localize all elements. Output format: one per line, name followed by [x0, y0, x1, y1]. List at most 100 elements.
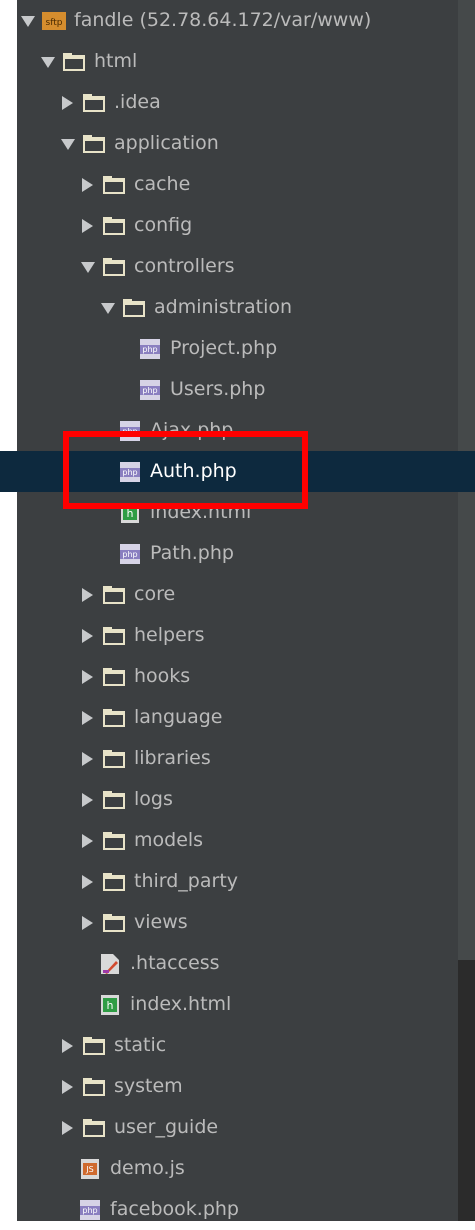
tree-item-label: Auth.php	[150, 460, 237, 482]
folder-icon	[102, 871, 126, 893]
tree-row-folder-idea[interactable]: .idea	[0, 82, 475, 123]
tree-item-label: application	[114, 132, 219, 154]
tree-item-label: .htaccess	[130, 952, 220, 974]
tree-row-folder-application[interactable]: application	[0, 123, 475, 164]
tree-row-file-demo-js[interactable]: JS demo.js	[0, 1148, 475, 1189]
tree-row-folder-logs[interactable]: logs	[0, 779, 475, 820]
svg-text:php: php	[142, 345, 157, 354]
collapse-arrow-icon[interactable]	[81, 915, 95, 931]
html-file-icon: h	[118, 502, 142, 524]
tree-row-file-ajax-php[interactable]: php Ajax.php	[0, 410, 475, 451]
php-file-icon: php	[118, 461, 142, 483]
folder-icon	[82, 1117, 106, 1139]
tree-row-file-index-html[interactable]: h index.html	[0, 492, 475, 533]
tree-item-label: user_guide	[114, 1116, 219, 1138]
collapse-arrow-icon[interactable]	[81, 669, 95, 685]
js-file-icon: JS	[78, 1158, 102, 1180]
collapse-arrow-icon[interactable]	[81, 587, 95, 603]
svg-text:JS: JS	[85, 1165, 93, 1174]
tree-item-label: administration	[154, 296, 293, 318]
svg-text:php: php	[142, 386, 157, 395]
collapse-arrow-icon[interactable]	[61, 1079, 75, 1095]
collapse-arrow-icon[interactable]	[81, 751, 95, 767]
tree-row-folder-libraries[interactable]: libraries	[0, 738, 475, 779]
collapse-arrow-icon[interactable]	[61, 95, 75, 111]
tree-item-label: fandle (52.78.64.172/var/www)	[74, 9, 372, 31]
tree-item-label: html	[94, 50, 138, 72]
folder-icon	[82, 133, 106, 155]
tree-row-folder-views[interactable]: views	[0, 902, 475, 943]
collapse-arrow-icon[interactable]	[81, 710, 95, 726]
svg-text:sftp: sftp	[46, 18, 63, 28]
tree-item-label: Users.php	[170, 378, 266, 400]
tree-item-label: core	[134, 583, 176, 605]
tree-item-label: demo.js	[110, 1157, 185, 1179]
folder-icon	[102, 215, 126, 237]
svg-text:h: h	[127, 507, 134, 520]
tree-row-folder-static[interactable]: static	[0, 1025, 475, 1066]
tree-row-folder-language[interactable]: language	[0, 697, 475, 738]
collapse-arrow-icon[interactable]	[81, 177, 95, 193]
tree-row-folder-cache[interactable]: cache	[0, 164, 475, 205]
expand-arrow-icon[interactable]	[41, 54, 55, 70]
php-file-icon: php	[118, 420, 142, 442]
collapse-arrow-icon[interactable]	[81, 792, 95, 808]
collapse-arrow-icon[interactable]	[61, 1120, 75, 1136]
tree-row-folder-helpers[interactable]: helpers	[0, 615, 475, 656]
expand-arrow-icon[interactable]	[61, 136, 75, 152]
sftp-icon: sftp	[42, 10, 66, 32]
tree-row-file-facebook-php[interactable]: php facebook.php	[0, 1189, 475, 1230]
folder-icon	[102, 707, 126, 729]
tree-row-folder-models[interactable]: models	[0, 820, 475, 861]
collapse-arrow-icon[interactable]	[81, 628, 95, 644]
tree-item-label: system	[114, 1075, 183, 1097]
tree-row-folder-system[interactable]: system	[0, 1066, 475, 1107]
tree-row-folder-administration[interactable]: administration	[0, 287, 475, 328]
expand-arrow-icon[interactable]	[21, 13, 35, 29]
expand-arrow-icon[interactable]	[81, 259, 95, 275]
tree-row-file-users-php[interactable]: php Users.php	[0, 369, 475, 410]
tree-row-folder-user-guide[interactable]: user_guide	[0, 1107, 475, 1148]
tree-item-label: logs	[134, 788, 173, 810]
folder-icon	[102, 912, 126, 934]
tree-item-label: controllers	[134, 255, 235, 277]
folder-icon	[122, 297, 146, 319]
folder-icon	[82, 1076, 106, 1098]
php-file-icon: php	[118, 543, 142, 565]
tree-row-file-path-php[interactable]: php Path.php	[0, 533, 475, 574]
php-file-icon: php	[78, 1199, 102, 1221]
expand-arrow-icon[interactable]	[101, 300, 115, 316]
svg-text:php: php	[122, 427, 137, 436]
folder-icon	[102, 789, 126, 811]
tree-row-file-index-html[interactable]: h index.html	[0, 984, 475, 1025]
tree-row-folder-controllers[interactable]: controllers	[0, 246, 475, 287]
tree-row-file-htaccess[interactable]: .htaccess	[0, 943, 475, 984]
tree-row-folder-third-party[interactable]: third_party	[0, 861, 475, 902]
collapse-arrow-icon[interactable]	[81, 833, 95, 849]
folder-icon	[82, 92, 106, 114]
folder-icon	[82, 1035, 106, 1057]
folder-icon	[102, 625, 126, 647]
folder-icon	[102, 666, 126, 688]
tree-item-label: helpers	[134, 624, 205, 646]
tree-item-label: index.html	[150, 501, 252, 523]
folder-icon	[102, 748, 126, 770]
tree-row-file-auth-php[interactable]: php Auth.php	[0, 451, 475, 492]
collapse-arrow-icon[interactable]	[81, 874, 95, 890]
collapse-arrow-icon[interactable]	[61, 1038, 75, 1054]
tree-item-label: config	[134, 214, 193, 236]
folder-icon	[102, 256, 126, 278]
tree-row-file-project-php[interactable]: php Project.php	[0, 328, 475, 369]
tree-item-label: Project.php	[170, 337, 278, 359]
tree-row-folder-config[interactable]: config	[0, 205, 475, 246]
tree-item-label: .idea	[114, 91, 161, 113]
tree-item-label: models	[134, 829, 204, 851]
tree-item-label: Ajax.php	[150, 419, 234, 441]
collapse-arrow-icon[interactable]	[81, 218, 95, 234]
tree-row-folder-core[interactable]: core	[0, 574, 475, 615]
folder-icon	[102, 174, 126, 196]
tree-row-folder-hooks[interactable]: hooks	[0, 656, 475, 697]
tree-row-folder-html[interactable]: html	[0, 41, 475, 82]
tree-row-root[interactable]: sftp fandle (52.78.64.172/var/www)	[0, 0, 475, 41]
tree-item-label: static	[114, 1034, 167, 1056]
